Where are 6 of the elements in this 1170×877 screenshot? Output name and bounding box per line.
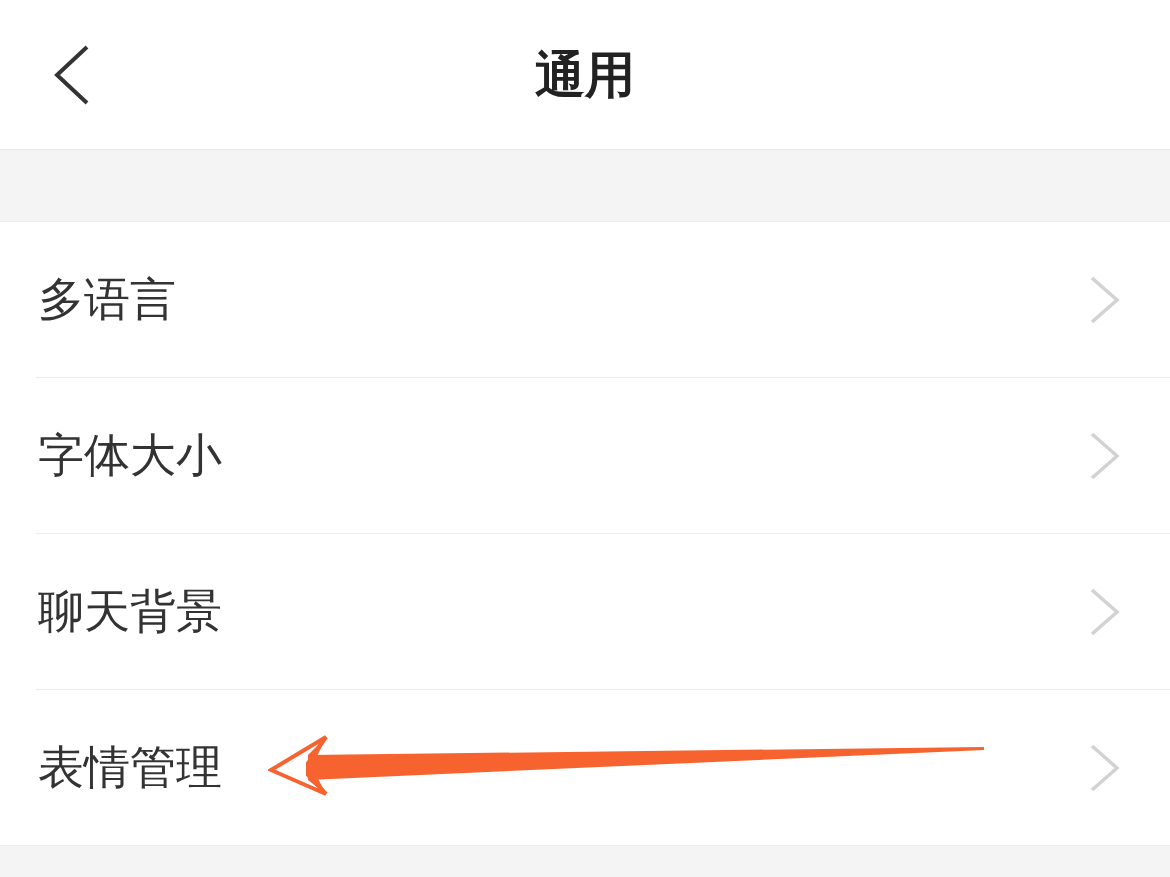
chevron-right-icon [1090, 587, 1120, 636]
chevron-right-icon [1090, 743, 1120, 792]
chevron-right-icon [1090, 275, 1120, 324]
back-chevron-icon [54, 44, 90, 105]
chevron-right-icon [1090, 431, 1120, 480]
page-title: 通用 [535, 44, 635, 105]
